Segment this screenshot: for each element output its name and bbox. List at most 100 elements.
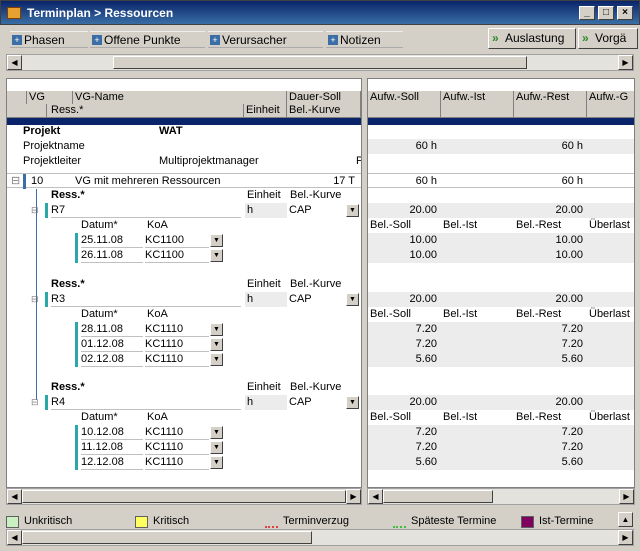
resource-rest: 20.00 — [555, 293, 583, 305]
maximize-button[interactable]: □ — [598, 6, 614, 20]
vorgaenge-button[interactable]: » Vorgä — [578, 28, 638, 49]
datum-cell[interactable]: 02.12.08 — [81, 352, 143, 367]
scroll-right-icon[interactable]: ▶ — [618, 530, 633, 545]
resource-kurve[interactable]: CAP — [289, 395, 345, 410]
koa-cell[interactable]: KC1100 — [145, 233, 209, 248]
notizen-button[interactable]: + Notizen — [326, 31, 403, 48]
date-row[interactable]: 11.12.08 KC1110 ▼ — [7, 440, 361, 455]
offene-punkte-button[interactable]: + Offene Punkte — [90, 31, 205, 48]
dropdown-arrow-icon[interactable]: ▼ — [346, 396, 359, 409]
datum-cell[interactable]: 10.12.08 — [81, 425, 143, 440]
header-aufw-ist[interactable]: Aufw.-Ist — [441, 91, 514, 104]
right-bottom-scrollbar[interactable]: ◀ ▶ — [367, 488, 635, 505]
title-bar: Terminplan > Ressourcen _ □ × — [0, 0, 640, 25]
scroll-right-icon[interactable]: ▶ — [618, 55, 633, 70]
date-row[interactable]: 28.11.08 KC1110 ▼ — [7, 322, 361, 337]
datum-cell[interactable]: 12.12.08 — [81, 455, 143, 470]
header-vg-name[interactable]: VG-Name — [73, 91, 287, 104]
sub-header-bel-ist: Bel.-Ist — [443, 219, 478, 231]
resource-name[interactable]: R3 — [51, 292, 241, 307]
scroll-left-icon[interactable]: ◀ — [7, 530, 22, 545]
scroll-left-icon[interactable]: ◀ — [7, 55, 22, 70]
dropdown-arrow-icon[interactable]: ▼ — [210, 456, 223, 469]
koa-cell[interactable]: KC1110 — [145, 352, 209, 367]
scroll-left-icon[interactable]: ◀ — [7, 489, 22, 504]
header-aufw-rest[interactable]: Aufw.-Rest — [514, 91, 587, 104]
task-row[interactable]: ⊟ 10 VG mit mehreren Ressourcen 17 T — [7, 173, 361, 189]
dropdown-arrow-icon[interactable]: ▼ — [210, 338, 223, 351]
datum-cell[interactable]: 26.11.08 — [81, 248, 143, 263]
resource-aufw-row: 20.00 20.00 — [368, 292, 634, 307]
swatch-icon — [135, 516, 148, 528]
collapse-icon[interactable]: ⊟ — [31, 292, 41, 307]
res-header-einheit: Einheit — [247, 278, 281, 290]
header-dauer-soll[interactable]: Dauer-Soll — [287, 91, 361, 104]
dropdown-arrow-icon[interactable]: ▼ — [210, 441, 223, 454]
resource-einheit[interactable]: h — [245, 203, 287, 218]
scroll-right-icon[interactable]: ▶ — [619, 489, 634, 504]
datum-cell[interactable]: 01.12.08 — [81, 337, 143, 352]
koa-cell[interactable]: KC1110 — [145, 425, 209, 440]
datum-cell[interactable]: 28.11.08 — [81, 322, 143, 337]
resource-row[interactable]: ⊟ R7 h CAP ▼ — [7, 203, 361, 218]
date-row[interactable]: 01.12.08 KC1110 ▼ — [7, 337, 361, 352]
scroll-thumb[interactable] — [22, 490, 346, 503]
koa-cell[interactable]: KC1110 — [145, 440, 209, 455]
resource-name[interactable]: R4 — [51, 395, 241, 410]
koa-cell[interactable]: KC1110 — [145, 322, 209, 337]
header-aufw-g[interactable]: Aufw.-G — [587, 91, 634, 104]
phasen-button[interactable]: + Phasen — [10, 31, 88, 48]
resource-row[interactable]: ⊟ R4 h CAP ▼ — [7, 395, 361, 410]
header-ress[interactable]: Ress.* — [47, 104, 244, 117]
top-scrollbar[interactable]: ◀ ▶ — [6, 54, 634, 71]
koa-cell[interactable]: KC1110 — [145, 337, 209, 352]
date-row[interactable]: 12.12.08 KC1110 ▼ — [7, 455, 361, 470]
left-bottom-scrollbar[interactable]: ◀ ▶ — [6, 488, 362, 505]
resource-row[interactable]: ⊟ R3 h CAP ▼ — [7, 292, 361, 307]
resource-kurve[interactable]: CAP — [289, 203, 345, 218]
scroll-left-icon[interactable]: ◀ — [368, 489, 383, 504]
header-vg[interactable]: VG — [27, 91, 73, 104]
dropdown-arrow-icon[interactable]: ▼ — [210, 323, 223, 336]
date-row[interactable]: 26.11.08 KC1100 ▼ — [7, 248, 361, 263]
verursacher-button[interactable]: + Verursacher — [208, 31, 323, 48]
resource-einheit[interactable]: h — [245, 292, 287, 307]
res-header-kurve: Bel.-Kurve — [290, 189, 342, 201]
scroll-thumb[interactable] — [113, 56, 527, 69]
dropdown-arrow-icon[interactable]: ▼ — [210, 353, 223, 366]
collapse-icon[interactable]: ⊟ — [31, 203, 41, 218]
header-einheit[interactable]: Einheit — [244, 104, 287, 117]
legend-scroll-up-icon[interactable]: ▲ — [618, 512, 633, 527]
resource-name[interactable]: R7 — [51, 203, 241, 218]
legend-ist-termine: Ist-Termine — [521, 515, 593, 529]
datum-cell[interactable]: 11.12.08 — [81, 440, 143, 455]
resource-kurve[interactable]: CAP — [289, 292, 345, 307]
header-bel-kurve[interactable]: Bel.-Kurve — [287, 104, 361, 117]
dropdown-arrow-icon[interactable]: ▼ — [210, 426, 223, 439]
legend-scrollbar[interactable]: ◀ ▶ — [6, 529, 634, 546]
dropdown-arrow-icon[interactable]: ▼ — [210, 234, 223, 247]
date-row[interactable]: 10.12.08 KC1110 ▼ — [7, 425, 361, 440]
dropdown-arrow-icon[interactable]: ▼ — [346, 293, 359, 306]
date-row[interactable]: 25.11.08 KC1100 ▼ — [7, 233, 361, 248]
collapse-icon[interactable]: ⊟ — [11, 174, 21, 189]
close-button[interactable]: × — [617, 6, 633, 20]
minimize-button[interactable]: _ — [579, 6, 595, 20]
koa-cell[interactable]: KC1100 — [145, 248, 209, 263]
scroll-right-icon[interactable]: ▶ — [346, 489, 361, 504]
auslastung-button[interactable]: » Auslastung — [488, 28, 576, 49]
koa-cell[interactable]: KC1110 — [145, 455, 209, 470]
datum-cell[interactable]: 25.11.08 — [81, 233, 143, 248]
dropdown-arrow-icon[interactable]: ▼ — [346, 204, 359, 217]
dropdown-arrow-icon[interactable]: ▼ — [210, 249, 223, 262]
collapse-icon[interactable]: ⊟ — [31, 395, 41, 410]
date-row[interactable]: 02.12.08 KC1110 ▼ — [7, 352, 361, 367]
header-aufw-soll[interactable]: Aufw.-Soll — [368, 91, 441, 104]
task-marker — [23, 174, 26, 189]
project-value: WAT — [159, 125, 183, 137]
scroll-thumb[interactable] — [22, 531, 312, 544]
res-header-label: Ress.* — [51, 278, 85, 290]
scroll-thumb[interactable] — [383, 490, 493, 503]
plus-icon: + — [92, 35, 102, 45]
resource-einheit[interactable]: h — [245, 395, 287, 410]
